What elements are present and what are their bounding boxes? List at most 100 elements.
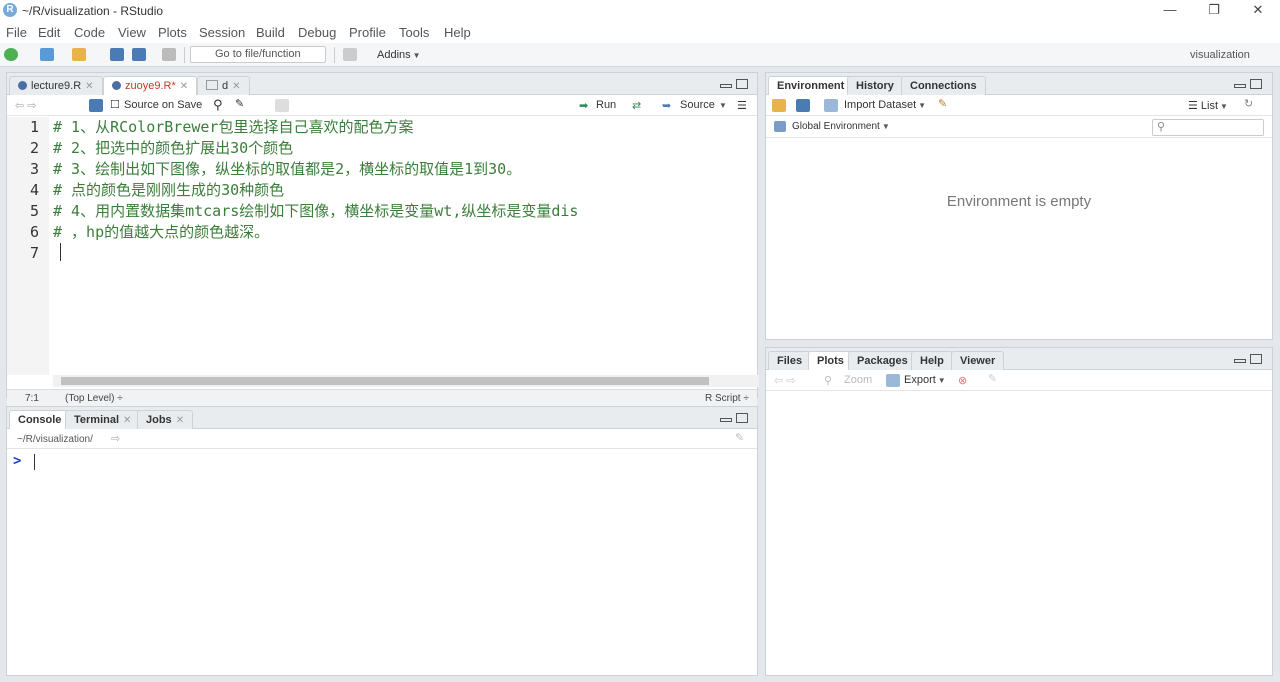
menu-session[interactable]: Session bbox=[199, 25, 245, 40]
line-number: 6 bbox=[29, 223, 39, 241]
maximize-pane-icon[interactable] bbox=[736, 79, 748, 89]
plots-toolbar: ⇦ ⇨ ⚲ Zoom Export ▼ ⊗ ✎ bbox=[766, 370, 1272, 391]
zoom-button[interactable]: Zoom bbox=[844, 374, 872, 386]
close-tab-icon[interactable]: ✕ bbox=[85, 81, 93, 92]
open-file-icon[interactable] bbox=[72, 48, 86, 61]
tab-packages[interactable]: Packages bbox=[848, 351, 917, 370]
menu-help[interactable]: Help bbox=[444, 25, 471, 40]
code-line[interactable]: # ，hp的值越大点的颜色越深。 bbox=[53, 222, 759, 243]
scope-label: Global Environment bbox=[792, 121, 880, 132]
save-icon[interactable] bbox=[110, 48, 124, 61]
tab-console[interactable]: Console bbox=[9, 410, 71, 430]
goto-directory-icon[interactable]: ⇨ bbox=[111, 432, 120, 445]
line-number: 7 bbox=[29, 244, 39, 262]
code-line[interactable]: # 1、从RColorBrewer包里选择自己喜欢的配色方案 bbox=[53, 117, 759, 138]
code-line[interactable] bbox=[53, 243, 759, 264]
prev-next-plot-icon[interactable]: ⇦ ⇨ bbox=[774, 374, 796, 387]
tab-jobs[interactable]: Jobs ✕ bbox=[137, 410, 194, 429]
close-tab-icon[interactable]: ✕ bbox=[232, 81, 240, 92]
wand-icon[interactable]: ✎ bbox=[235, 97, 244, 110]
rerun-icon[interactable]: ⇄ bbox=[632, 99, 641, 112]
refresh-icon[interactable]: ↻ bbox=[1244, 97, 1253, 110]
list-view-menu[interactable]: ☰ List ▼ bbox=[1188, 99, 1228, 112]
minimize-pane-icon[interactable] bbox=[720, 84, 732, 88]
source-on-save-checkbox[interactable]: ☐ bbox=[110, 98, 120, 111]
menu-tools[interactable]: Tools bbox=[399, 25, 429, 40]
code-line[interactable]: # 点的颜色是刚刚生成的30种颜色 bbox=[53, 180, 759, 201]
menu-profile[interactable]: Profile bbox=[349, 25, 386, 40]
new-project-icon[interactable] bbox=[40, 48, 54, 61]
code-line[interactable]: # 4、用内置数据集mtcars绘制如下图像，横坐标是变量wt,纵坐标是变量di… bbox=[53, 201, 759, 222]
editor-hscrollbar[interactable] bbox=[53, 375, 759, 387]
menu-debug[interactable]: Debug bbox=[298, 25, 336, 40]
maximize-pane-icon[interactable] bbox=[1250, 79, 1262, 89]
minimize-button[interactable]: — bbox=[1148, 0, 1192, 22]
env-search-input[interactable]: ⚲ bbox=[1152, 119, 1264, 136]
load-workspace-icon[interactable] bbox=[772, 99, 786, 112]
scope-selector[interactable]: (Top Level) ÷ bbox=[65, 393, 123, 404]
tab-connections[interactable]: Connections bbox=[901, 76, 986, 95]
console-pathbar: ~/R/visualization/ ⇨ ✎ bbox=[7, 429, 757, 449]
import-dataset-menu[interactable]: Import Dataset ▼ bbox=[844, 99, 926, 111]
menu-code[interactable]: Code bbox=[74, 25, 105, 40]
menu-file[interactable]: File bbox=[6, 25, 27, 40]
tab-d[interactable]: d ✕ bbox=[197, 76, 250, 95]
menu-bar: File Edit Code View Plots Session Build … bbox=[0, 22, 1280, 43]
minimize-pane-icon[interactable] bbox=[720, 418, 732, 422]
source-dropdown-icon[interactable]: ▼ bbox=[719, 101, 727, 110]
tab-lecture9[interactable]: lecture9.R ✕ bbox=[9, 76, 103, 95]
maximize-pane-icon[interactable] bbox=[736, 413, 748, 423]
tab-plots[interactable]: Plots bbox=[808, 351, 853, 371]
tab-environment[interactable]: Environment bbox=[768, 76, 854, 96]
menu-edit[interactable]: Edit bbox=[38, 25, 60, 40]
menu-view[interactable]: View bbox=[118, 25, 146, 40]
remove-plot-icon[interactable]: ⊗ bbox=[958, 374, 967, 387]
menu-build[interactable]: Build bbox=[256, 25, 285, 40]
close-tab-icon[interactable]: ✕ bbox=[123, 415, 131, 426]
new-file-icon[interactable] bbox=[4, 48, 18, 61]
text-cursor bbox=[60, 243, 61, 261]
editor-pane: lecture9.R ✕ zuoye9.R* ✕ d ✕ ⇦ ⇨ ☐ Source o… bbox=[6, 72, 759, 407]
restore-button[interactable]: ❐ bbox=[1192, 0, 1236, 22]
search-icon[interactable]: ⚲ bbox=[213, 97, 223, 113]
save-workspace-icon[interactable] bbox=[796, 99, 810, 112]
clear-console-icon[interactable]: ✎ bbox=[735, 431, 744, 444]
export-menu[interactable]: Export ▼ bbox=[904, 374, 946, 386]
source-button[interactable]: Source bbox=[680, 99, 715, 111]
addins-menu[interactable]: Addins ▼ bbox=[377, 49, 421, 61]
minimize-pane-icon[interactable] bbox=[1234, 84, 1246, 88]
close-button[interactable]: ✕ bbox=[1236, 0, 1280, 22]
menu-plots[interactable]: Plots bbox=[158, 25, 187, 40]
save-icon[interactable] bbox=[89, 99, 103, 112]
close-tab-icon[interactable]: ✕ bbox=[176, 415, 184, 426]
scroll-thumb[interactable] bbox=[61, 377, 709, 385]
addins-label: Addins bbox=[377, 49, 411, 61]
clear-objects-icon[interactable]: ✎ bbox=[938, 97, 947, 110]
console-pane: Console Terminal ✕ Jobs ✕ ~/R/visualizatio… bbox=[6, 406, 758, 676]
tab-zuoye9[interactable]: zuoye9.R* ✕ bbox=[103, 76, 198, 96]
minimize-pane-icon[interactable] bbox=[1234, 359, 1246, 363]
tab-history[interactable]: History bbox=[847, 76, 903, 95]
tab-terminal[interactable]: Terminal ✕ bbox=[65, 410, 141, 429]
code-line[interactable]: # 2、把选中的颜色扩展出30个颜色 bbox=[53, 138, 759, 159]
tab-help[interactable]: Help bbox=[911, 351, 953, 370]
tab-files[interactable]: Files bbox=[768, 351, 812, 370]
outline-icon[interactable]: ☰ bbox=[737, 99, 747, 112]
code-line[interactable]: # 3、绘制出如下图像，纵坐标的取值都是2，横坐标的取值是1到30。 bbox=[53, 159, 759, 180]
tab-viewer[interactable]: Viewer bbox=[951, 351, 1005, 370]
working-directory[interactable]: ~/R/visualization/ bbox=[17, 434, 93, 445]
compile-report-icon[interactable] bbox=[275, 99, 289, 112]
back-forward-icon[interactable]: ⇦ ⇨ bbox=[15, 99, 37, 112]
maximize-pane-icon[interactable] bbox=[1250, 354, 1262, 364]
save-all-icon[interactable] bbox=[132, 48, 146, 61]
project-menu[interactable]: visualization bbox=[1190, 49, 1250, 61]
file-type-selector[interactable]: R Script ÷ bbox=[705, 393, 749, 404]
export-label: Export bbox=[904, 374, 936, 386]
goto-file-input[interactable]: Go to file/function bbox=[190, 46, 326, 63]
grid-layout-icon[interactable] bbox=[343, 48, 357, 61]
close-tab-icon[interactable]: ✕ bbox=[180, 81, 188, 92]
run-button[interactable]: Run bbox=[596, 99, 616, 111]
environment-scope-menu[interactable]: Global Environment ▼ bbox=[792, 121, 890, 132]
clear-plots-icon[interactable]: ✎ bbox=[988, 372, 997, 385]
print-icon[interactable] bbox=[162, 48, 176, 61]
